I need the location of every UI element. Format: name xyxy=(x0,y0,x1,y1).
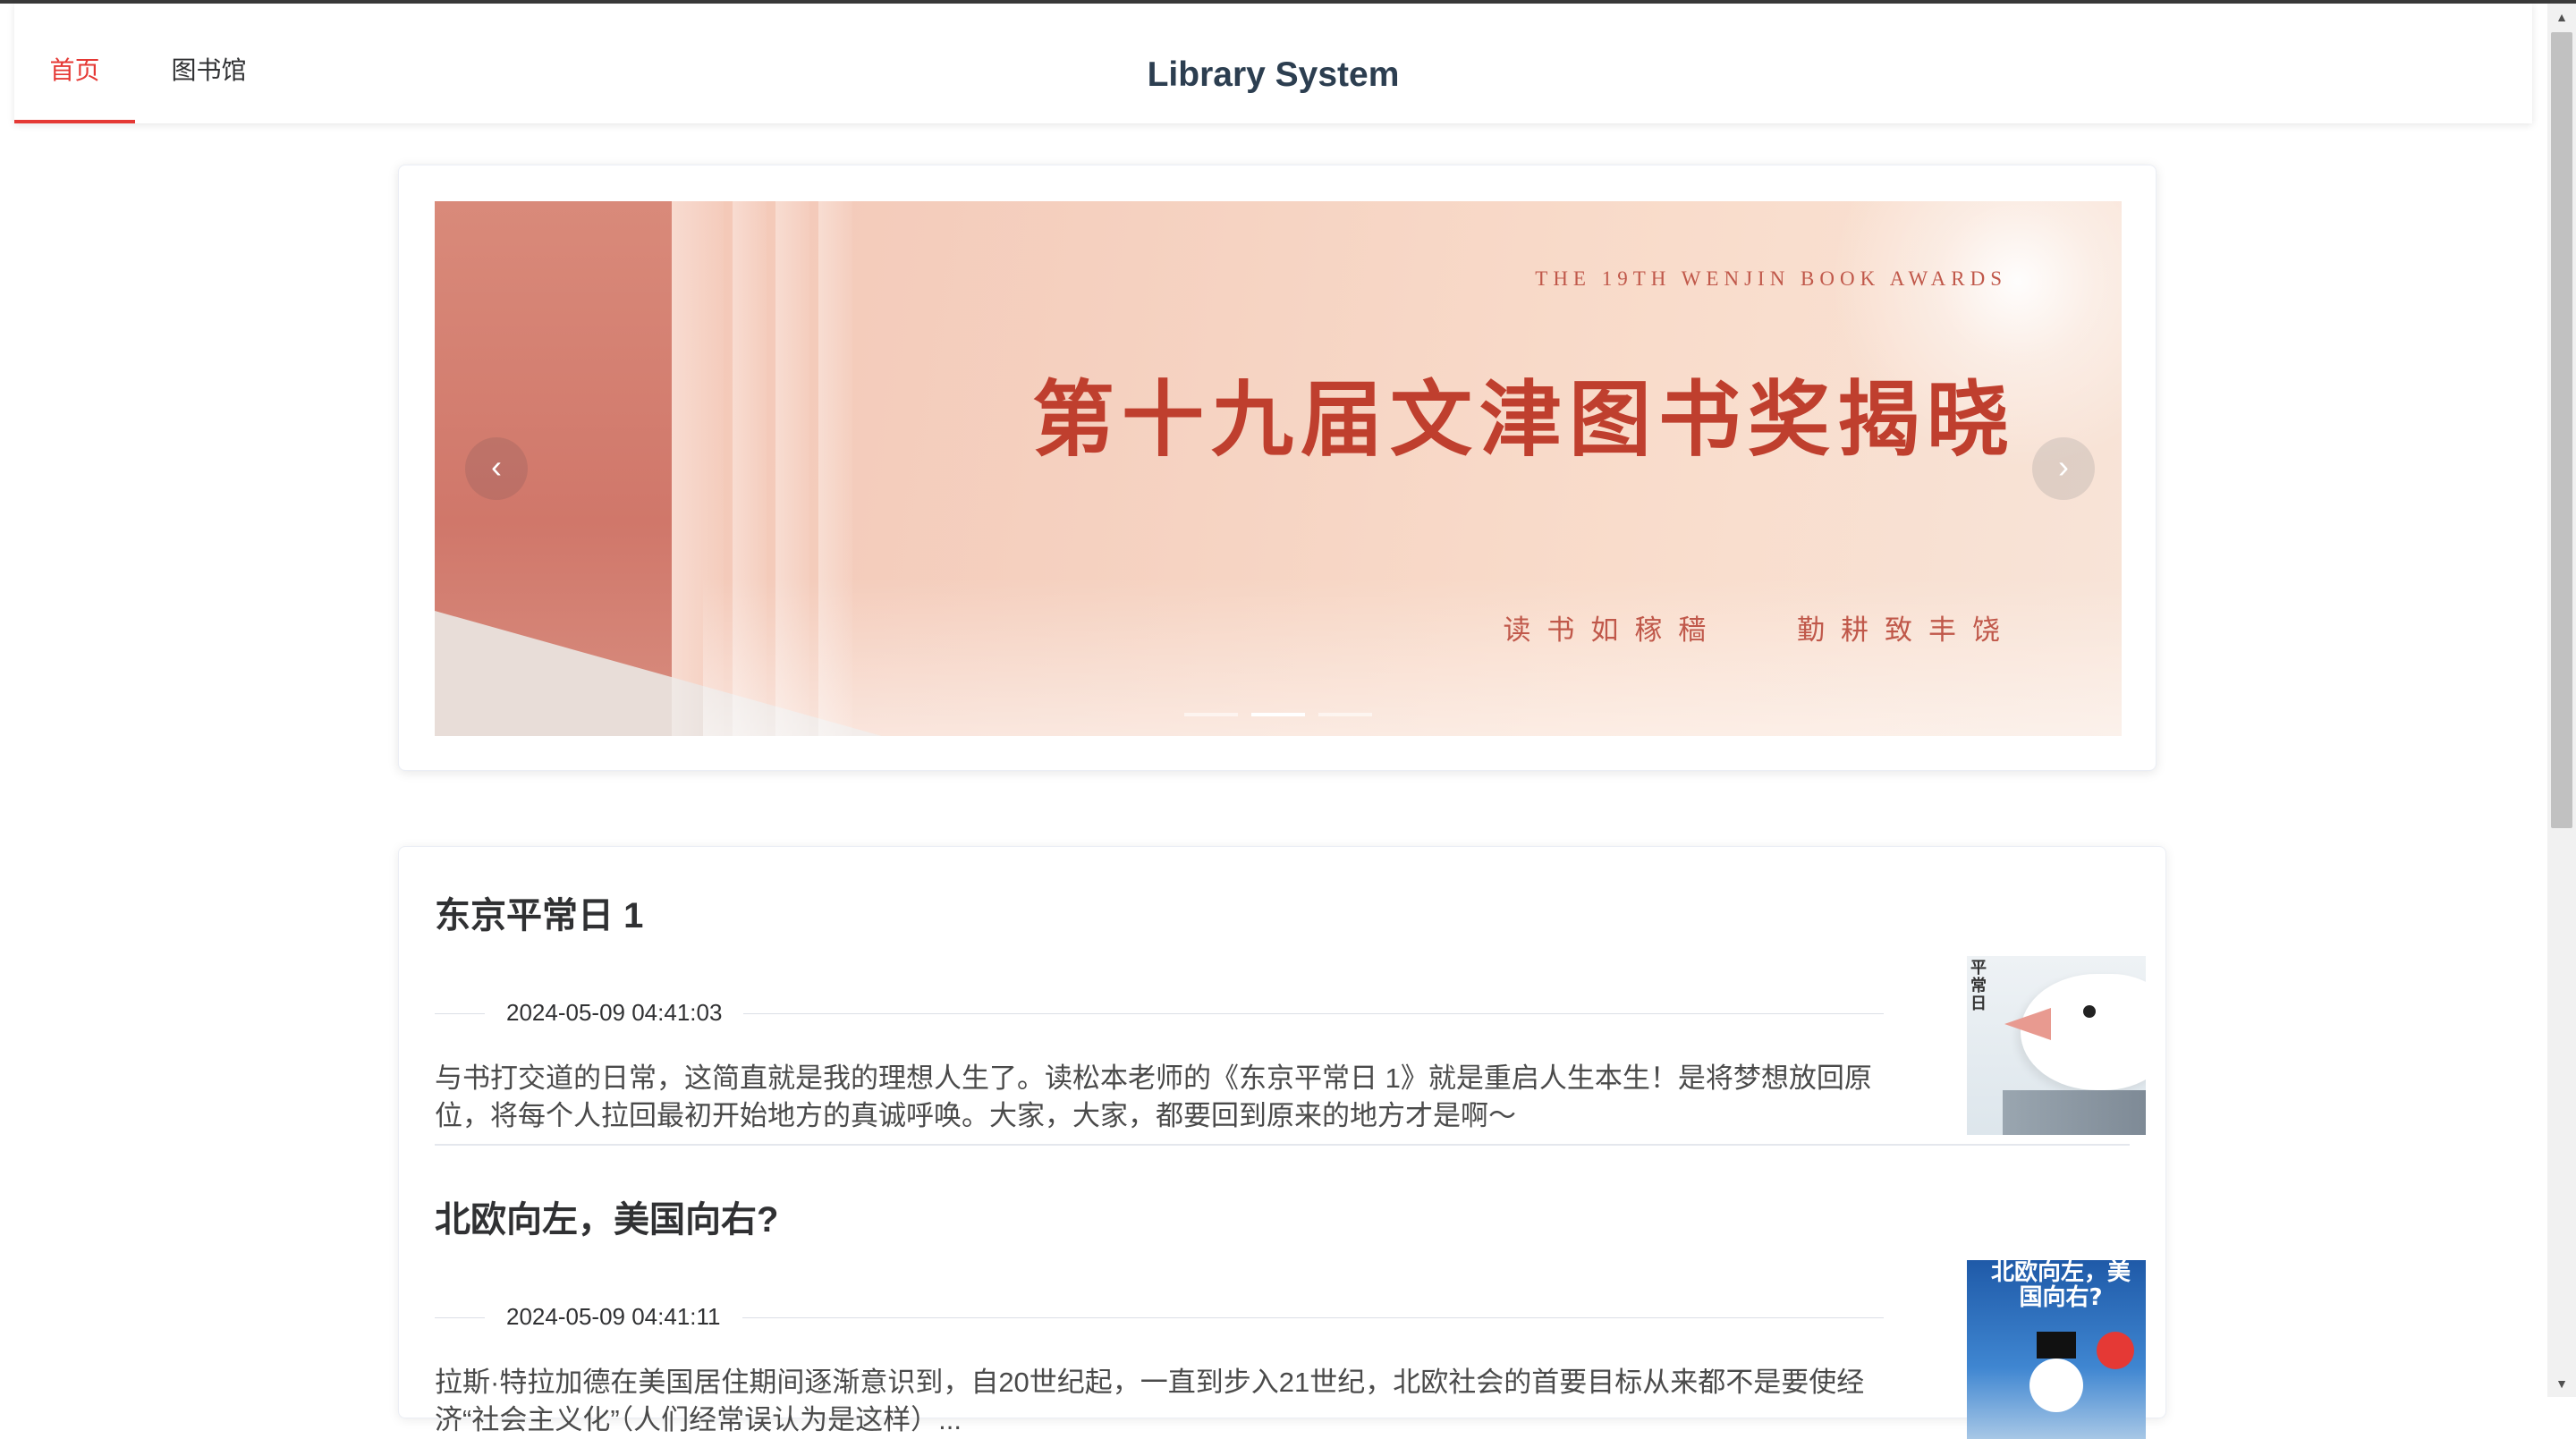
scroll-up-icon[interactable]: ▲ xyxy=(2547,4,2576,30)
cover-title-text: 北欧向左，美国向右? xyxy=(1990,1260,2131,1311)
article-cover-image[interactable]: 北欧向左，美国向右? xyxy=(1967,1260,2146,1439)
cover-title-text: 平常日 xyxy=(1970,959,1987,1013)
article-summary: 与书打交道的日常，这简直就是我的理想人生了。读松本老师的《东京平常日 1》就是重… xyxy=(435,1062,1872,1131)
chevron-left-icon: ‹ xyxy=(491,448,502,485)
article-title[interactable]: 北欧向左，美国向右? xyxy=(435,1190,778,1242)
cover-badge-shape xyxy=(2097,1332,2134,1369)
carousel-indicator-active[interactable] xyxy=(1251,713,1305,716)
scrollbar-thumb[interactable] xyxy=(2551,32,2572,828)
cover-beak-shape xyxy=(2004,1008,2051,1040)
top-navbar: 首页 图书馆 Library System xyxy=(14,4,2532,123)
article-cover-image[interactable]: 平常日 xyxy=(1967,956,2146,1135)
article-separator xyxy=(435,1144,2130,1146)
cover-eye-shape xyxy=(2083,1005,2096,1018)
carousel-indicator[interactable] xyxy=(1318,713,1372,716)
cover-hat-shape xyxy=(2037,1332,2076,1359)
scroll-down-icon[interactable]: ▼ xyxy=(2547,1370,2576,1397)
banner-motto: 读书如稼穑 勤耕致丰饶 xyxy=(1503,614,2016,647)
carousel-card: THE 19TH WENJIN BOOK AWARDS 第十九届文津图书奖揭晓 … xyxy=(398,165,2157,771)
carousel-slide-banner[interactable]: THE 19TH WENJIN BOOK AWARDS 第十九届文津图书奖揭晓 … xyxy=(435,201,2122,736)
page-scrollbar[interactable]: ▲ ▼ xyxy=(2547,4,2576,1397)
banner-heading-en: THE 19TH WENJIN BOOK AWARDS xyxy=(1535,267,2007,290)
carousel-next-button[interactable]: › xyxy=(2032,437,2095,500)
article-date: 2024-05-09 04:41:03 xyxy=(485,999,744,1027)
chevron-right-icon: › xyxy=(2058,448,2069,485)
banner-heading-cn: 第十九届文津图书奖揭晓 xyxy=(1031,371,2016,468)
article-summary: 拉斯·特拉加德在美国居住期间逐渐意识到，自20世纪起，一直到步入21世纪，北欧社… xyxy=(435,1367,1865,1435)
banner-mountain-mist xyxy=(703,577,2122,736)
carousel-prev-button[interactable]: ‹ xyxy=(465,437,528,500)
cover-city-shape xyxy=(2003,1090,2146,1135)
site-title: Library System xyxy=(1147,55,1400,94)
article-date: 2024-05-09 04:41:11 xyxy=(485,1303,742,1331)
article-title[interactable]: 东京平常日 1 xyxy=(435,886,643,938)
article-list-card: 东京平常日 1 2024-05-09 04:41:03 与书打交道的日常，这简直… xyxy=(398,846,2166,1439)
carousel-indicator[interactable] xyxy=(1184,713,1238,716)
cover-snowman-shape xyxy=(2029,1359,2083,1412)
